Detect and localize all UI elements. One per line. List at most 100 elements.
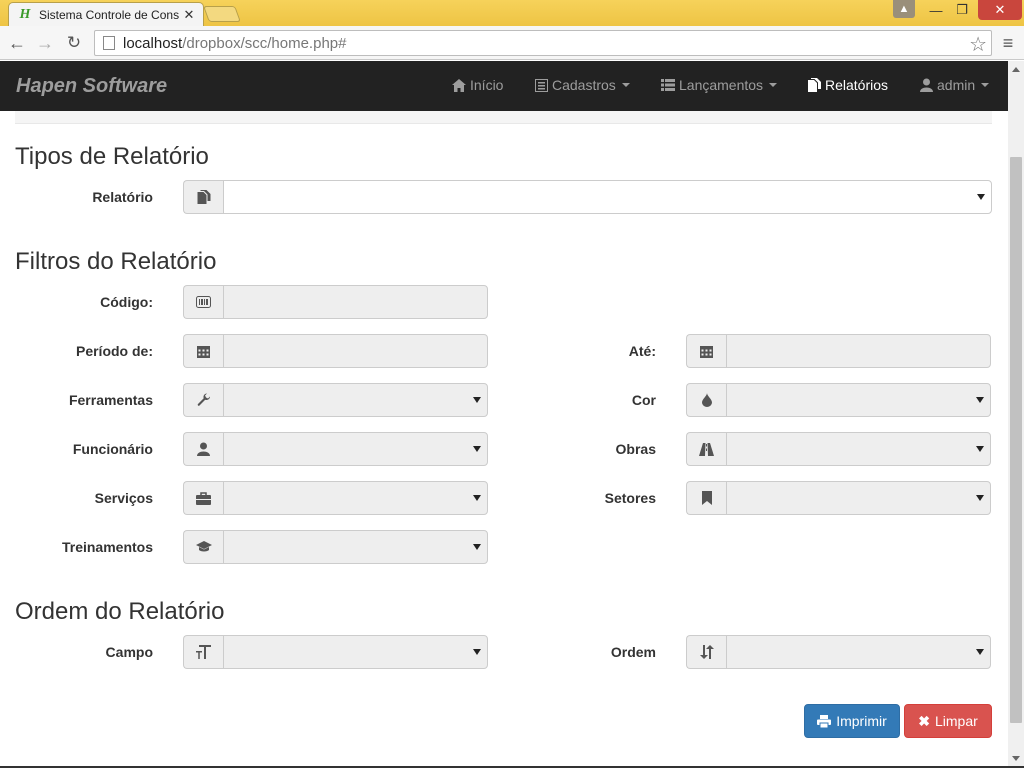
browser-tab[interactable]: H Sistema Controle de Cons ✕ [8, 2, 204, 26]
nav-item-label: admin [937, 77, 976, 93]
setores-select[interactable] [726, 481, 991, 515]
profile-icon[interactable]: ▲ [893, 0, 915, 18]
scroll-down-arrow-icon[interactable] [1008, 750, 1024, 766]
favicon-icon: H [19, 6, 31, 22]
codigo-input[interactable] [223, 285, 488, 319]
addon-treinamentos [183, 530, 223, 564]
url-host: localhost [123, 34, 183, 52]
nav-item-inicio[interactable]: Início [452, 77, 503, 93]
addon-ordem [686, 635, 726, 669]
list-alt-icon [535, 78, 548, 92]
remove-icon: ✖ [918, 712, 930, 729]
campo-select[interactable] [223, 635, 488, 669]
setores-label: Setores [604, 490, 656, 506]
ferramentas-select[interactable] [223, 383, 488, 417]
ferramentas-input-group [183, 383, 488, 417]
scroll-up-arrow-icon[interactable] [1008, 61, 1024, 77]
servicos-label: Serviços [94, 490, 153, 506]
nav-item-relatorios[interactable]: Relatórios [808, 77, 888, 93]
calendar-icon [700, 345, 713, 358]
obras-label: Obras [615, 441, 656, 457]
scroll-thumb[interactable] [1010, 157, 1022, 723]
select-arrow-icon [473, 495, 481, 501]
funcionario-label: Funcionário [72, 441, 153, 457]
select-arrow-icon [977, 194, 985, 200]
nav-item-cadastros[interactable]: Cadastros [535, 77, 630, 93]
nav-item-label: Início [470, 77, 504, 93]
print-icon [817, 714, 832, 728]
user-icon [920, 78, 933, 92]
obras-input-group [686, 432, 991, 466]
imprimir-label: Imprimir [836, 713, 887, 729]
navbar: Hapen Software Início Cadastros Lançamen… [0, 61, 1008, 111]
forward-icon[interactable]: → [34, 32, 56, 54]
periodo-de-input[interactable] [223, 334, 488, 368]
browser-toolbar: ← → ↻ localhost/dropbox/scc/home.php# ☆ … [0, 26, 1024, 60]
restore-icon[interactable]: ❐ [950, 0, 974, 20]
text-size-icon [196, 645, 211, 659]
funcionario-select[interactable] [223, 432, 488, 466]
ordem-select[interactable] [726, 635, 991, 669]
treinamentos-select[interactable] [223, 530, 488, 564]
ordem-input-group [686, 635, 991, 669]
back-icon[interactable]: ← [6, 32, 28, 54]
new-tab-button[interactable] [203, 6, 241, 22]
sort-icon [699, 645, 714, 659]
browser-titlebar: H Sistema Controle de Cons ✕ ▲ — ❐ ✕ [0, 0, 1024, 26]
navbar-brand[interactable]: Hapen Software [16, 75, 167, 98]
page-scrollbar[interactable] [1008, 61, 1024, 768]
addon-campo [183, 635, 223, 669]
select-arrow-icon [976, 649, 984, 655]
wrench-icon [197, 393, 210, 406]
user-icon [197, 442, 210, 456]
th-list-icon [661, 79, 675, 91]
select-arrow-icon [473, 446, 481, 452]
chrome-menu-icon[interactable]: ≡ [998, 33, 1018, 53]
treinamentos-label: Treinamentos [61, 539, 153, 555]
briefcase-icon [196, 491, 211, 505]
nav-item-label: Lançamentos [679, 77, 764, 93]
relatorio-select[interactable] [223, 180, 992, 214]
cor-select[interactable] [726, 383, 991, 417]
campo-label: Campo [105, 644, 153, 660]
nav-item-label: Relatórios [825, 77, 889, 93]
addon-setores [686, 481, 726, 515]
obras-select[interactable] [726, 432, 991, 466]
imprimir-button[interactable]: Imprimir [804, 704, 900, 738]
select-arrow-icon [976, 446, 984, 452]
addon-cor [686, 383, 726, 417]
address-bar[interactable]: localhost/dropbox/scc/home.php# ☆ [94, 30, 992, 56]
section-title-filtros: Filtros do Relatório [15, 248, 217, 275]
select-arrow-icon [976, 397, 984, 403]
close-window-icon[interactable]: ✕ [978, 0, 1022, 20]
select-arrow-icon [473, 649, 481, 655]
section-title-ordem: Ordem do Relatório [15, 598, 225, 625]
tab-close-icon[interactable]: ✕ [183, 7, 195, 23]
reload-icon[interactable]: ↻ [63, 32, 85, 54]
url-path: /dropbox/scc/home.php# [182, 34, 347, 52]
bookmark-star-icon[interactable]: ☆ [969, 32, 987, 57]
nav-item-lancamentos[interactable]: Lançamentos [661, 77, 778, 93]
addon-obras [686, 432, 726, 466]
minimize-icon[interactable]: — [924, 0, 948, 20]
nav-item-label: Cadastros [552, 77, 616, 93]
barcode-icon [196, 296, 211, 308]
duplicate-icon [808, 78, 821, 92]
caret-down-icon [769, 83, 778, 87]
tab-title: Sistema Controle de Cons [39, 7, 180, 22]
section-title-tipos: Tipos de Relatório [15, 143, 209, 170]
servicos-select[interactable] [223, 481, 488, 515]
panel-header-strip [15, 111, 992, 124]
periodo-de-label: Período de: [75, 343, 153, 359]
relatorio-label: Relatório [92, 189, 153, 205]
select-arrow-icon [473, 544, 481, 550]
nav-item-admin[interactable]: admin [920, 77, 990, 93]
cor-label: Cor [631, 392, 656, 408]
ate-input[interactable] [726, 334, 991, 368]
funcionario-input-group [183, 432, 488, 466]
limpar-button[interactable]: ✖ Limpar [904, 704, 992, 738]
addon-codigo [183, 285, 223, 319]
relatorio-input-group [183, 180, 992, 214]
limpar-label: Limpar [934, 713, 978, 729]
tint-icon [701, 393, 712, 407]
